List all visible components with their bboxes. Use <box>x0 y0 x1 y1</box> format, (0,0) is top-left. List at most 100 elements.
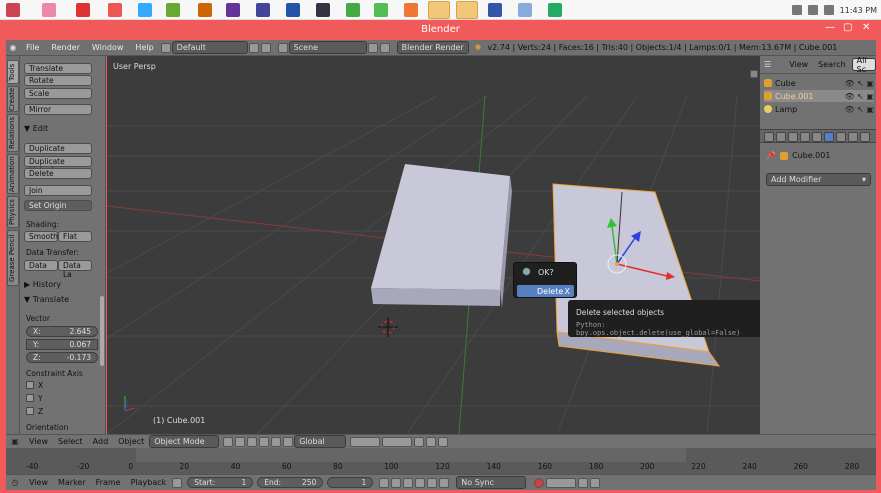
smooth-button[interactable]: Smooth <box>24 231 58 242</box>
minimize-button[interactable]: — <box>825 22 835 33</box>
cube-object[interactable] <box>371 164 512 308</box>
scale-button[interactable]: Scale <box>24 88 92 99</box>
scene-select[interactable]: Scene <box>288 41 367 54</box>
shading-icon[interactable] <box>223 436 234 447</box>
menu-help[interactable]: Help <box>129 43 159 52</box>
outliner-view-menu[interactable]: View <box>789 60 808 69</box>
layout-select[interactable]: Default <box>171 41 248 54</box>
outliner-search-menu[interactable]: Search <box>818 60 845 69</box>
editor-type-icon[interactable]: ☰ <box>764 60 771 69</box>
scale-manipulator-icon[interactable] <box>283 436 294 447</box>
world-tab-icon[interactable] <box>800 132 810 142</box>
modifiers-tab-icon[interactable] <box>824 132 834 142</box>
proportional-icon[interactable] <box>426 436 437 447</box>
app-icon[interactable] <box>548 3 562 17</box>
clock[interactable]: 11:43 PM <box>840 6 877 15</box>
menu-render[interactable]: Render <box>45 43 85 52</box>
menu-file[interactable]: File <box>20 43 45 52</box>
add-scene-button[interactable] <box>367 42 378 53</box>
rotate-button[interactable]: Rotate <box>24 75 92 86</box>
remove-layout-button[interactable] <box>260 42 271 53</box>
translate-button[interactable]: Translate <box>24 63 92 74</box>
app-icon[interactable] <box>374 3 388 17</box>
app-icon[interactable] <box>42 3 56 17</box>
cube-001-selected[interactable] <box>552 183 721 367</box>
blender-icon[interactable] <box>456 1 478 19</box>
3d-viewport[interactable]: User Persp (1) Cube.001 <box>107 56 760 434</box>
outliner-item[interactable]: Lamp 👁 ↖ ▣ <box>764 103 874 115</box>
menu-marker[interactable]: Marker <box>53 478 91 487</box>
add-layout-button[interactable] <box>248 42 259 53</box>
tab-relations[interactable]: Relations <box>7 114 19 152</box>
duplicate-linked-button[interactable]: Duplicate Linked <box>24 156 92 175</box>
insert-key-icon[interactable] <box>578 477 589 488</box>
tab-animation[interactable]: Animation <box>7 154 19 194</box>
remove-scene-button[interactable] <box>379 42 390 53</box>
menu-add[interactable]: Add <box>88 437 114 446</box>
scene-tab-icon[interactable] <box>788 132 798 142</box>
volume-icon[interactable] <box>823 5 834 15</box>
prev-key-icon[interactable] <box>391 477 402 488</box>
history-panel-header[interactable]: ▶ History <box>24 280 61 289</box>
data-button[interactable]: Data <box>24 260 58 271</box>
menu-playback[interactable]: Playback <box>126 478 172 487</box>
chrome-icon[interactable] <box>346 3 360 17</box>
play-icon[interactable] <box>415 477 426 488</box>
flag-icon[interactable] <box>791 5 802 15</box>
vector-x-field[interactable]: X: 2.645 <box>26 326 98 337</box>
orientation-select[interactable]: Global <box>294 435 347 448</box>
scene-icon[interactable] <box>277 42 288 53</box>
set-origin-dropdown[interactable]: Set Origin <box>24 200 92 211</box>
layers-icon[interactable] <box>382 436 413 447</box>
lightroom-icon[interactable] <box>316 3 330 17</box>
toolshelf-scrollbar[interactable] <box>100 296 104 366</box>
object-tab-icon[interactable] <box>812 132 822 142</box>
render-layers-tab-icon[interactable] <box>776 132 786 142</box>
end-frame-field[interactable]: End: 250 <box>257 477 324 488</box>
after-effects-icon[interactable] <box>226 3 240 17</box>
photoshop-icon[interactable] <box>286 3 300 17</box>
mode-select[interactable]: Object Mode <box>149 435 220 448</box>
jump-end-icon[interactable] <box>439 477 450 488</box>
texture-tab-icon[interactable] <box>860 132 870 142</box>
delete-button[interactable]: Delete <box>24 168 92 179</box>
render-engine-select[interactable]: Blender Render <box>396 41 469 54</box>
outliner-item-selected[interactable]: Cube.001 👁 ↖ ▣ <box>764 90 874 102</box>
next-key-icon[interactable] <box>427 477 438 488</box>
record-icon[interactable] <box>534 477 545 488</box>
app-icon[interactable] <box>404 3 418 17</box>
visibility-icons[interactable]: 👁 ↖ ▣ <box>844 92 874 101</box>
app-icon[interactable] <box>108 3 122 17</box>
current-frame-field[interactable]: 1 <box>327 477 374 488</box>
rotate-manipulator-icon[interactable] <box>271 436 282 447</box>
edit-panel-header[interactable]: ▼ Edit <box>24 124 48 133</box>
editor-type-icon[interactable]: ◉ <box>6 43 20 52</box>
pdf-icon[interactable] <box>76 3 90 17</box>
add-modifier-dropdown[interactable]: Add Modifier ▾ <box>766 173 871 186</box>
sync-select[interactable]: No Sync <box>456 476 527 489</box>
start-frame-field[interactable]: Start: 1 <box>187 477 254 488</box>
editor-type-icon[interactable]: ▣ <box>6 437 24 446</box>
constraint-x-checkbox[interactable] <box>26 381 34 389</box>
tab-create[interactable]: Create <box>7 86 19 112</box>
constraint-y-checkbox[interactable] <box>26 394 34 402</box>
visibility-icons[interactable]: 👁 ↖ ▣ <box>844 79 874 88</box>
data-layout-button[interactable]: Data La <box>58 260 92 279</box>
maximize-button[interactable]: ▢ <box>843 22 852 33</box>
delete-key-icon[interactable] <box>590 477 601 488</box>
outliner-item[interactable]: Cube 👁 ↖ ▣ <box>764 77 874 89</box>
duplicate-button[interactable]: Duplicate <box>24 143 92 154</box>
network-icon[interactable] <box>807 5 818 15</box>
confirm-delete-button[interactable]: Delete X <box>517 285 574 297</box>
visibility-icons[interactable]: 👁 ↖ ▣ <box>844 105 874 114</box>
manipulator-icon[interactable] <box>247 436 258 447</box>
join-button[interactable]: Join <box>24 185 92 196</box>
jump-start-icon[interactable] <box>379 477 390 488</box>
pivot-icon[interactable] <box>235 436 246 447</box>
app-icon[interactable] <box>166 3 180 17</box>
menu-view[interactable]: View <box>24 437 53 446</box>
layers-icon[interactable] <box>350 436 381 447</box>
close-button[interactable]: ✕ <box>862 22 870 33</box>
3d-cursor-icon[interactable] <box>378 317 398 337</box>
menu-frame[interactable]: Frame <box>91 478 126 487</box>
